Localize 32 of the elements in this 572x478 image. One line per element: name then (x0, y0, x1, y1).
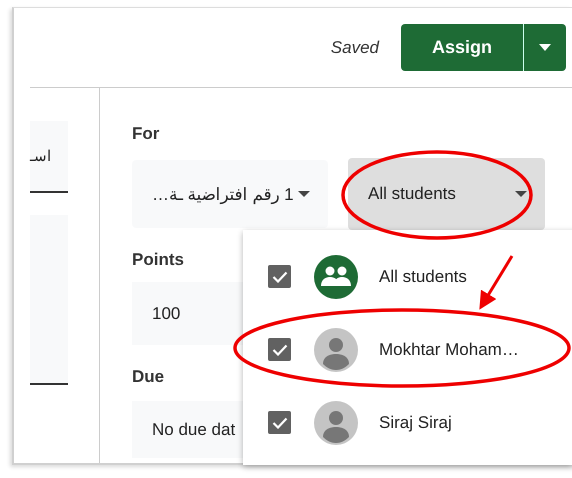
assign-options-button[interactable] (523, 24, 566, 71)
points-label: Points (132, 250, 185, 270)
student-name: Siraj Siraj (379, 412, 452, 432)
avatar-icon (314, 328, 358, 372)
check-icon (272, 344, 288, 356)
student-name: Mokhtar Moham… (379, 340, 519, 360)
student-name: All students (379, 266, 467, 286)
checkbox[interactable] (268, 338, 291, 361)
check-icon (272, 270, 288, 282)
assign-button[interactable]: Assign (401, 24, 523, 71)
caret-icon (515, 191, 527, 197)
instructions-field[interactable] (30, 215, 68, 385)
save-status: Saved (330, 38, 379, 58)
due-date-field[interactable]: No due dat (132, 401, 243, 458)
caret-icon (298, 191, 310, 197)
students-dropdown[interactable]: All students (348, 158, 545, 230)
group-icon (314, 254, 358, 298)
field-text: اسـ (30, 147, 51, 165)
check-icon (272, 416, 288, 428)
student-item[interactable]: Siraj Siraj (243, 386, 572, 459)
checkbox[interactable] (268, 411, 291, 434)
student-item[interactable]: Mokhtar Moham… (243, 313, 572, 386)
due-label: Due (132, 367, 166, 387)
points-field[interactable]: 100 (132, 282, 243, 345)
title-field[interactable]: اسـ (30, 121, 68, 193)
caret-icon (539, 44, 551, 51)
student-item[interactable]: All students (243, 240, 572, 313)
checkbox[interactable] (268, 265, 291, 288)
avatar-icon (314, 400, 358, 444)
for-label: For (132, 124, 160, 144)
annotation-arrow (479, 255, 514, 310)
class-dropdown[interactable]: 1 رقم افتراضية ـة… (132, 160, 328, 228)
